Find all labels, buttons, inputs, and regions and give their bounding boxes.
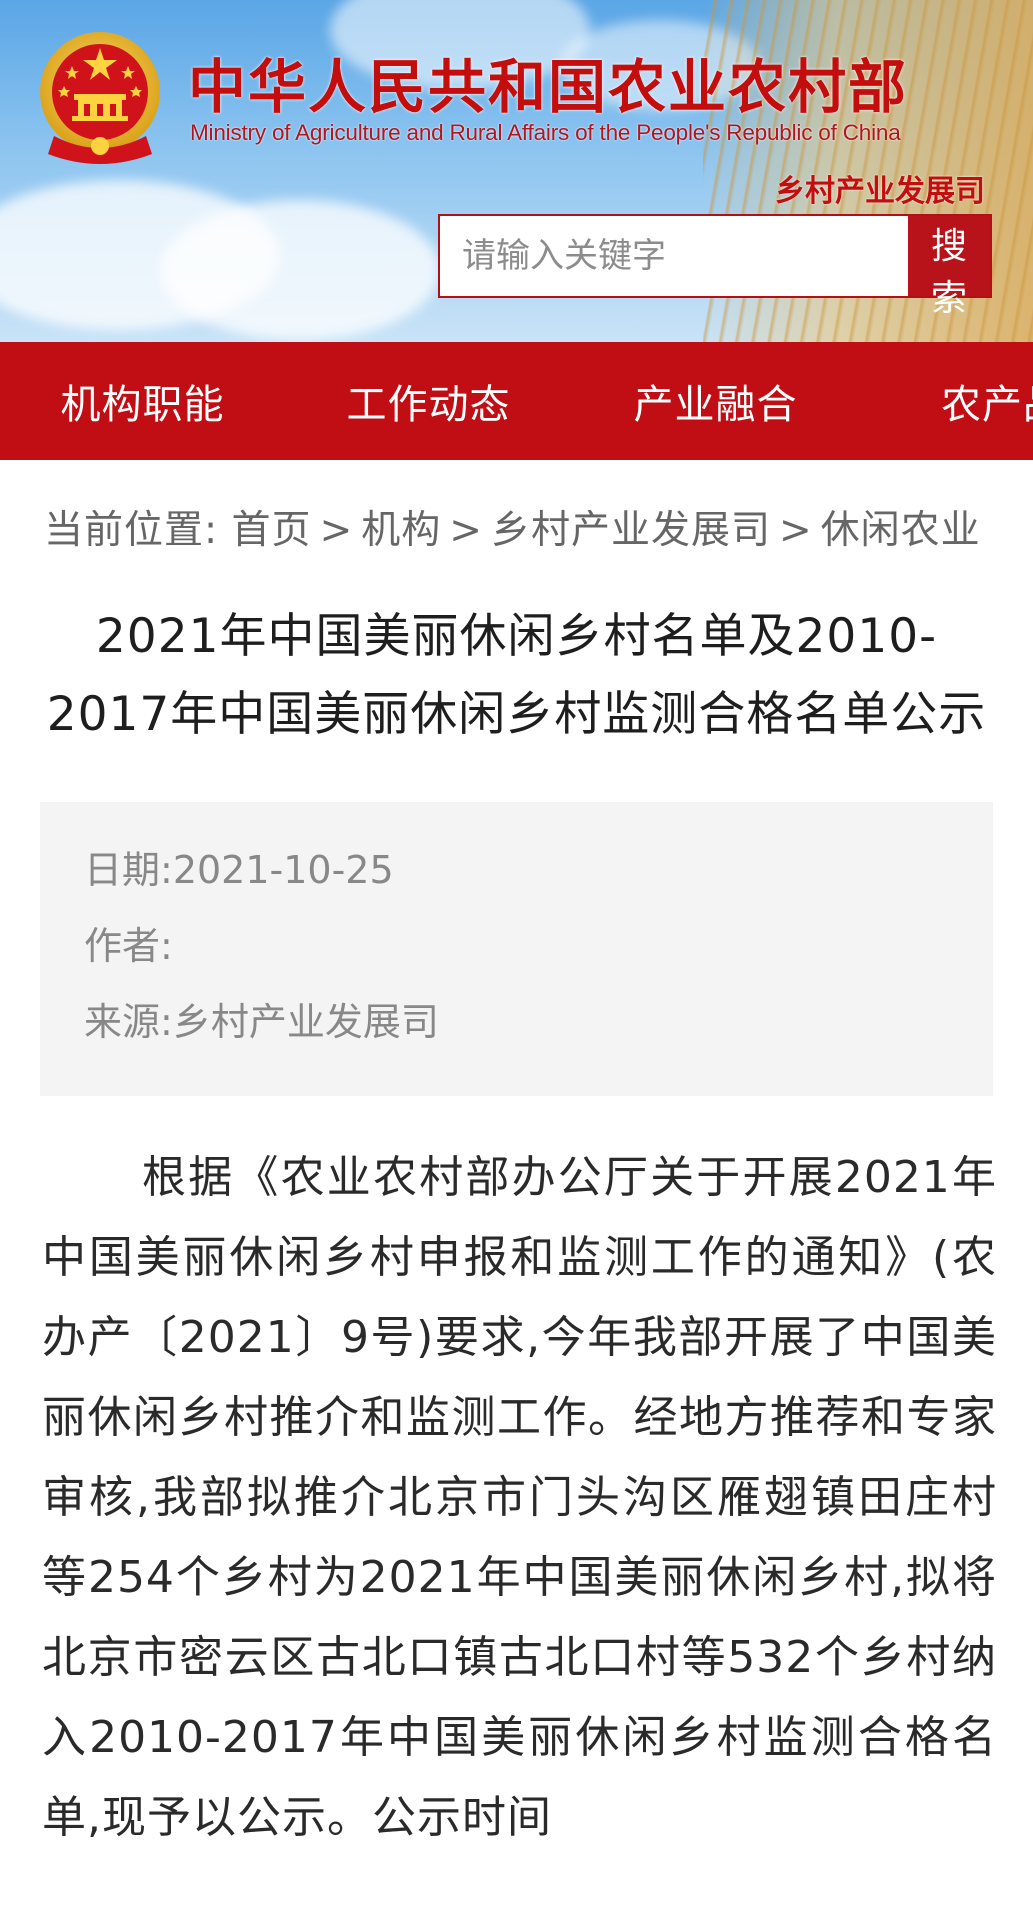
article-title: 2021年中国美丽休闲乡村名单及2010-2017年中国美丽休闲乡村监测合格名单… <box>46 609 987 742</box>
breadcrumb-home[interactable]: 首页 <box>232 508 312 553</box>
nav-item-industry-integration[interactable]: 产业融合 <box>572 372 859 430</box>
breadcrumb-department[interactable]: 乡村产业发展司 <box>491 508 771 553</box>
site-title-chinese: 中华人民共和国农业农村部 <box>188 53 909 121</box>
date-label: 日期: <box>84 848 173 892</box>
breadcrumb-separator: > <box>449 508 483 553</box>
search-button[interactable]: 搜索 <box>908 216 990 319</box>
site-title-english: Ministry of Agriculture and Rural Affair… <box>190 120 901 145</box>
search-bar: 搜索 <box>438 214 992 319</box>
breadcrumb: 当前位置: 首页 > 机构 > 乡村产业发展司 > 休闲农业 <box>0 460 1033 566</box>
author-label: 作者: <box>84 924 173 968</box>
breadcrumb-separator: > <box>319 508 354 553</box>
article-meta: 日期:2021-10-25 作者: 来源:乡村产业发展司 <box>40 802 993 1096</box>
search-input[interactable] <box>440 216 908 296</box>
breadcrumb-leisure-agriculture[interactable]: 休闲农业 <box>821 508 981 553</box>
breadcrumb-institutions[interactable]: 机构 <box>361 508 441 553</box>
department-name: 乡村产业发展司 <box>775 174 985 209</box>
main-nav: 机构职能 工作动态 产业融合 农产品 <box>0 342 1033 460</box>
breadcrumb-separator: > <box>778 508 813 553</box>
breadcrumb-prefix: 当前位置: <box>44 508 219 553</box>
nav-item-functions[interactable]: 机构职能 <box>0 372 285 430</box>
nav-item-work-news[interactable]: 工作动态 <box>285 372 572 430</box>
meta-author-row: 作者: <box>84 908 993 984</box>
site-header: 中华人民共和国农业农村部 Ministry of Agriculture and… <box>0 0 1033 342</box>
national-emblem-icon <box>40 32 160 164</box>
meta-source-row: 来源:乡村产业发展司 <box>84 984 993 1060</box>
meta-date-row: 日期:2021-10-25 <box>84 832 993 908</box>
nav-item-agricultural-products[interactable]: 农产品 <box>859 372 1033 430</box>
date-value: 2021-10-25 <box>172 848 394 892</box>
article-body: 根据《农业农村部办公厅关于开展2021年中国美丽休闲乡村申报和监测工作的通知》(… <box>42 1152 997 1843</box>
sky-cloud <box>160 200 440 340</box>
source-label: 来源: <box>84 1000 173 1044</box>
source-value: 乡村产业发展司 <box>172 1000 439 1044</box>
